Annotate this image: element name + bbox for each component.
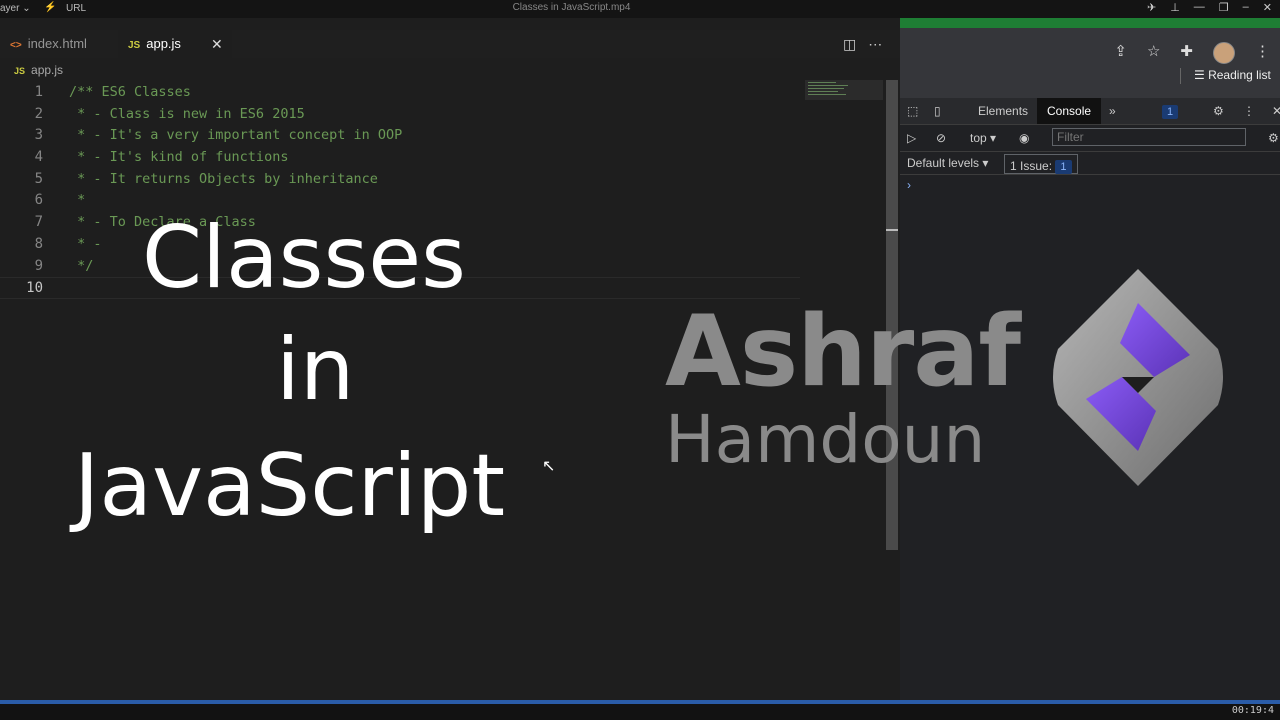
code-text: * <box>69 192 86 209</box>
brand-name-last: Hamdoun <box>665 401 986 478</box>
context-selector[interactable]: top ▾ <box>970 125 996 151</box>
reading-list-icon: ☰ <box>1194 68 1209 82</box>
more-tabs-icon[interactable]: » <box>1109 98 1116 124</box>
console-prompt[interactable]: › <box>907 178 911 192</box>
code-text: * - It's a very important concept in OOP <box>69 127 403 144</box>
mini-window-icon[interactable]: — <box>1194 1 1205 14</box>
minimap-line <box>808 94 846 95</box>
inspect-element-icon[interactable]: ⬚ <box>907 98 918 124</box>
line-number: 9 <box>34 257 43 274</box>
brand-logo <box>1053 269 1223 486</box>
close-devtools-icon[interactable]: ✕ <box>1272 98 1280 124</box>
browser-icons: ⇪ ☆ ✚ ⋮ <box>1114 42 1270 64</box>
filter-input[interactable] <box>1052 128 1246 146</box>
js-file-icon: JS <box>128 40 141 51</box>
code-line: 3 * - It's a very important concept in O… <box>0 125 800 147</box>
code-text: * - It returns Objects by inheritance <box>69 170 378 187</box>
code-text: * - It's kind of functions <box>69 149 289 166</box>
restore-icon[interactable]: ❐ <box>1219 1 1229 14</box>
clear-console-icon[interactable]: ⊘ <box>936 125 946 151</box>
line-number: 4 <box>34 149 43 166</box>
close-tab-icon[interactable]: ✕ <box>211 30 223 58</box>
issues-button[interactable]: 1 Issue: 1 <box>1004 154 1078 174</box>
code-text: /** ES6 Classes <box>69 84 191 100</box>
log-levels-dropdown[interactable]: Default levels ▾ <box>907 152 988 174</box>
minimap-slider <box>805 80 883 100</box>
code-line: 2 * - Class is new in ES6 2015 <box>0 104 800 126</box>
line-number: 8 <box>34 235 43 252</box>
tab-label: app.js <box>146 36 181 51</box>
close-icon[interactable]: ✕ <box>1263 1 1272 14</box>
line-number: 7 <box>34 214 43 231</box>
scroll-cursor-marker <box>886 229 898 231</box>
line-number: 6 <box>34 192 43 209</box>
more-actions-icon[interactable]: ⋯ <box>868 30 882 58</box>
eye-icon[interactable]: ◉ <box>1019 125 1029 151</box>
minimize-button[interactable]: – <box>1243 1 1249 14</box>
html-file-icon: <> <box>10 40 22 51</box>
divider <box>1180 68 1181 84</box>
line-number: 5 <box>34 170 43 187</box>
overlay-title-javascript: JavaScript <box>74 436 506 536</box>
issues-count: 1 <box>1055 160 1072 174</box>
mouse-cursor-icon: ↖ <box>542 458 556 475</box>
sidebar-toggle-icon[interactable]: ▷ <box>907 125 916 151</box>
console-toolbar: ▷ ⊘ top ▾ ◉ ⚙ <box>900 125 1280 152</box>
brand-name-first: Ashraf <box>665 295 1021 409</box>
pin-icon[interactable]: ✈ <box>1147 1 1156 14</box>
code-text: */ <box>69 257 94 274</box>
code-text: * - <box>69 235 102 252</box>
player-bottom-bar: 00:19:4 <box>0 704 1280 720</box>
code-line: 1 /** ES6 Classes <box>0 82 800 104</box>
minimap-line <box>808 91 838 92</box>
code-line: 5 * - It returns Objects by inheritance <box>0 169 800 191</box>
minimap-line <box>808 88 844 89</box>
extensions-icon[interactable]: ✚ <box>1180 42 1193 64</box>
breadcrumb-label: app.js <box>31 63 64 77</box>
browser-toolbar: ⇪ ☆ ✚ ⋮ ☰ Reading list <box>900 28 1280 108</box>
console-settings-icon[interactable]: ⚙ <box>1268 125 1279 151</box>
settings-icon[interactable]: ⚙ <box>1213 98 1224 124</box>
star-icon[interactable]: ☆ <box>1147 42 1160 64</box>
split-editor-icon[interactable]: ◫ <box>843 30 856 58</box>
code-text: * - Class is new in ES6 2015 <box>69 105 305 122</box>
line-number: 1 <box>34 84 43 100</box>
kebab-menu-icon[interactable]: ⋮ <box>1243 98 1255 124</box>
editor-tabs: <> index.html JS app.js ✕ <box>0 30 900 58</box>
video-time: 00:19:4 <box>1231 705 1274 716</box>
device-toolbar-icon[interactable]: ▯ <box>934 98 941 124</box>
breadcrumb[interactable]: JS app.js <box>14 63 63 77</box>
issues-label: 1 Issue: <box>1010 159 1053 173</box>
minimap-line <box>808 85 848 86</box>
overlay-title-classes: Classes <box>142 208 466 308</box>
editor-actions: ◫ ⋯ <box>843 30 882 58</box>
player-title-bar: ayer ⌄ ⚡ URL Classes in JavaScript.mp4 ✈… <box>0 0 1280 18</box>
tab-label: index.html <box>27 36 87 51</box>
reading-list-button[interactable]: ☰ Reading list <box>1180 68 1271 84</box>
messages-badge[interactable]: 1 <box>1162 98 1179 125</box>
tab-console[interactable]: Console <box>1037 98 1102 124</box>
js-file-icon: JS <box>14 66 26 76</box>
video-title: Classes in JavaScript.mp4 <box>512 2 631 13</box>
avatar[interactable] <box>1213 42 1235 64</box>
reading-list-label: Reading list <box>1208 68 1271 82</box>
share-icon[interactable]: ⇪ <box>1114 42 1127 64</box>
messages-count: 1 <box>1162 105 1179 119</box>
minimap[interactable] <box>805 80 883 100</box>
line-number: 10 <box>26 280 43 297</box>
minimize-icon[interactable]: ⊥ <box>1170 1 1180 14</box>
tab-elements[interactable]: Elements <box>978 98 1028 124</box>
devtools-tabs: ⬚ ▯ Elements Console » 1 ⚙ ⋮ ✕ <box>900 98 1280 125</box>
line-number: 3 <box>34 127 43 144</box>
window-controls: ✈ ⊥ — ❐ – ✕ <box>1147 1 1272 14</box>
console-levels-bar: Default levels ▾ 1 Issue: 1 <box>900 152 1280 175</box>
minimap-line <box>808 82 836 83</box>
code-line: 4 * - It's kind of functions <box>0 147 800 169</box>
browser-progress-bar <box>900 18 1280 28</box>
menu-icon[interactable]: ⋮ <box>1255 42 1270 64</box>
tab-index-html[interactable]: <> index.html <box>10 30 87 58</box>
line-number: 2 <box>34 105 43 122</box>
overlay-title-in: in <box>276 320 355 420</box>
